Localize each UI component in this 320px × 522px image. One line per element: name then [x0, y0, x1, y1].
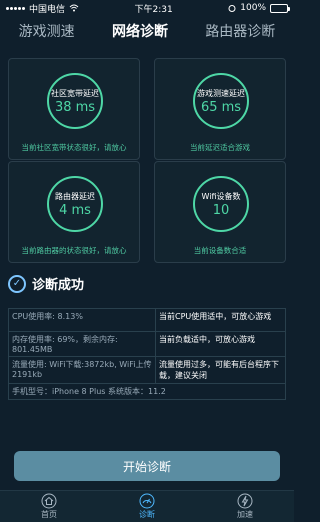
- memory-advice: 当前负载适中，可放心游戏: [155, 331, 286, 357]
- speedometer-icon: [139, 493, 155, 509]
- nav-diagnosis[interactable]: 诊断: [139, 493, 155, 520]
- nav-accelerate[interactable]: 加速: [237, 493, 253, 520]
- nav-label: 加速: [237, 510, 253, 519]
- success-label: 诊断成功: [32, 278, 85, 293]
- top-tabs: 游戏测速 网络诊断 路由器诊断: [0, 16, 294, 46]
- card-community-latency: 社区宽带延迟 38 ms 当前社区宽带状态很好，请放心: [8, 58, 140, 160]
- location-icon: [228, 4, 236, 12]
- card-title: Wifi设备数: [201, 191, 241, 201]
- card-note: 当前设备数合适: [193, 246, 247, 255]
- traffic-advice: 流量使用过多，可能有后台程序下载，建议关闭: [155, 356, 286, 384]
- table-row: 流量使用: WiFi下载:3872kb, WiFi上传2191kb 流量使用过多…: [8, 356, 286, 384]
- diagnosis-table: CPU使用率: 8.13% 当前CPU使用适中，可放心游戏 内存使用率: 69%…: [8, 308, 286, 400]
- status-right: 100%: [228, 3, 290, 13]
- device-info: 手机型号：iPhone 8 Plus 系统版本：11.2: [8, 383, 286, 400]
- start-diagnosis-button[interactable]: 开始诊断: [14, 451, 280, 481]
- game-latency-ring: 游戏测速延迟 65 ms: [193, 73, 249, 129]
- carrier-label: 中国电信: [29, 4, 66, 15]
- nav-home[interactable]: 首页: [41, 493, 57, 520]
- cpu-usage: CPU使用率: 8.13%: [8, 308, 156, 332]
- battery-percent: 100%: [240, 3, 266, 13]
- card-note: 当前路由器的状态很好，请放心: [21, 246, 127, 255]
- card-value: 65 ms: [200, 99, 242, 115]
- card-value: 4 ms: [59, 202, 91, 218]
- table-row: 手机型号：iPhone 8 Plus 系统版本：11.2: [8, 383, 286, 400]
- signal-icon: [6, 6, 25, 10]
- card-title: 路由器延迟: [55, 191, 95, 201]
- wifi-devices-ring: Wifi设备数 10: [193, 176, 249, 232]
- card-value: 10: [212, 202, 230, 218]
- card-router-latency: 路由器延迟 4 ms 当前路由器的状态很好，请放心: [8, 161, 140, 263]
- wifi-icon: [69, 4, 79, 12]
- tab-router-diagnosis[interactable]: 路由器诊断: [199, 17, 281, 45]
- tab-network-diagnosis[interactable]: 网络诊断: [106, 17, 174, 45]
- card-game-latency: 游戏测速延迟 65 ms 当前延迟适合游戏: [154, 58, 286, 160]
- status-time: 下午2:31: [134, 4, 173, 15]
- cpu-advice: 当前CPU使用适中，可放心游戏: [155, 308, 286, 332]
- diagnosis-success: ✓ 诊断成功: [8, 274, 84, 293]
- nav-label: 首页: [41, 510, 57, 519]
- router-latency-ring: 路由器延迟 4 ms: [47, 176, 103, 232]
- home-icon: [41, 493, 57, 509]
- lightning-icon: [237, 493, 253, 509]
- card-value: 38 ms: [54, 99, 96, 115]
- status-bar: 中国电信 下午2:31 100%: [0, 0, 294, 16]
- status-left: 中国电信: [6, 2, 79, 15]
- memory-usage: 内存使用率: 69%，剩余内存: 801.45MB: [8, 331, 156, 357]
- card-title: 社区宽带延迟: [51, 88, 99, 98]
- card-wifi-devices: Wifi设备数 10 当前设备数合适: [154, 161, 286, 263]
- table-row: CPU使用率: 8.13% 当前CPU使用适中，可放心游戏: [8, 308, 286, 332]
- community-latency-ring: 社区宽带延迟 38 ms: [47, 73, 103, 129]
- card-note: 当前延迟适合游戏: [190, 143, 250, 152]
- tab-game-speed[interactable]: 游戏测速: [13, 17, 81, 45]
- nav-label: 诊断: [139, 510, 155, 519]
- battery-icon: [270, 3, 290, 13]
- table-row: 内存使用率: 69%，剩余内存: 801.45MB 当前负载适中，可放心游戏: [8, 331, 286, 357]
- card-note: 当前社区宽带状态很好，请放心: [21, 143, 127, 152]
- traffic-usage: 流量使用: WiFi下载:3872kb, WiFi上传2191kb: [8, 356, 156, 384]
- bottom-nav: 首页 诊断 加速: [0, 490, 294, 522]
- card-title: 游戏测速延迟: [197, 88, 245, 98]
- check-icon: ✓: [8, 274, 26, 293]
